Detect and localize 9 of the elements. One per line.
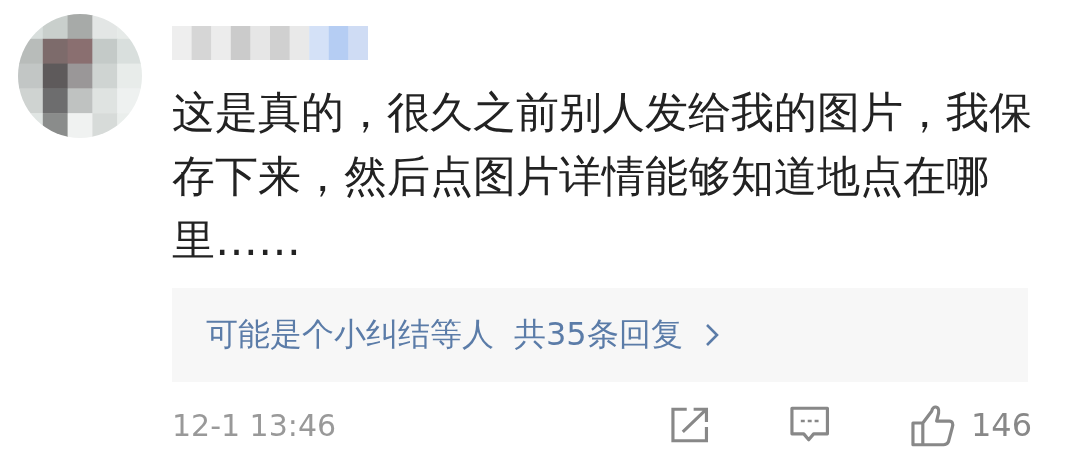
thumbs-up-icon[interactable] — [909, 403, 955, 447]
comment-time: 12-1 13:46 — [172, 407, 338, 443]
replies-panel[interactable]: 可能是个小纠结等人 共35条回复 — [172, 288, 1028, 382]
reply-count[interactable]: 共35条回复 — [514, 313, 683, 357]
like-count: 146 — [970, 406, 1032, 444]
chevron-right-icon — [704, 323, 719, 347]
share-icon[interactable] — [668, 405, 711, 445]
comment-text: 这是真的，很久之前别人发给我的图片，我保存下来，然后点图片详情能够知道地点在哪里…… — [172, 86, 1033, 267]
reply-names: 可能是个小纠结等人 — [206, 314, 494, 355]
